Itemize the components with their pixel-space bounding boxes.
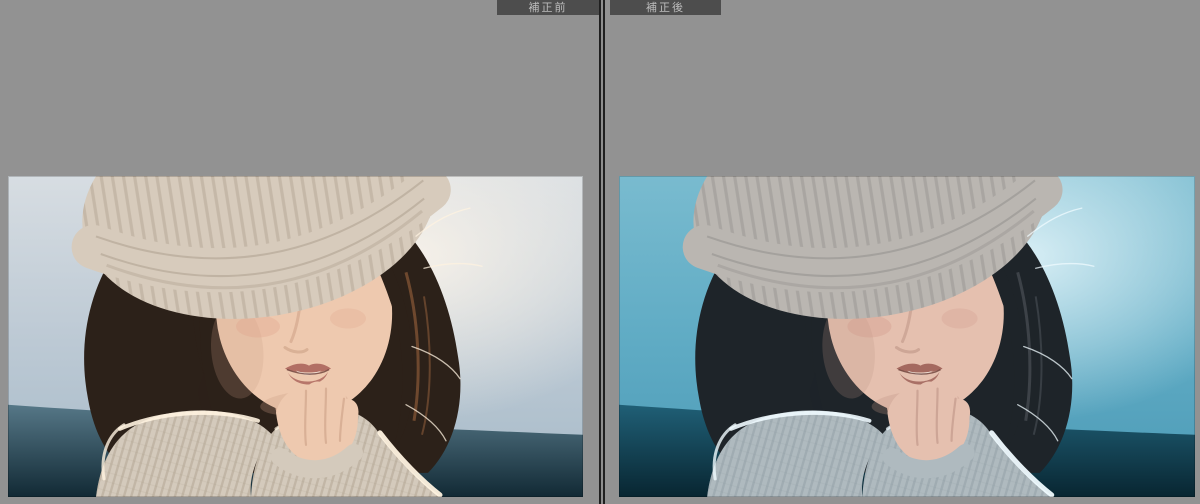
before-photo (8, 176, 583, 497)
after-label-tab: 補正後 (610, 0, 721, 15)
pane-divider[interactable] (599, 0, 605, 504)
after-photo (619, 176, 1195, 497)
after-label-text: 補正後 (646, 1, 685, 14)
before-label-text: 補正前 (529, 1, 568, 14)
before-label-tab: 補正前 (497, 0, 599, 15)
